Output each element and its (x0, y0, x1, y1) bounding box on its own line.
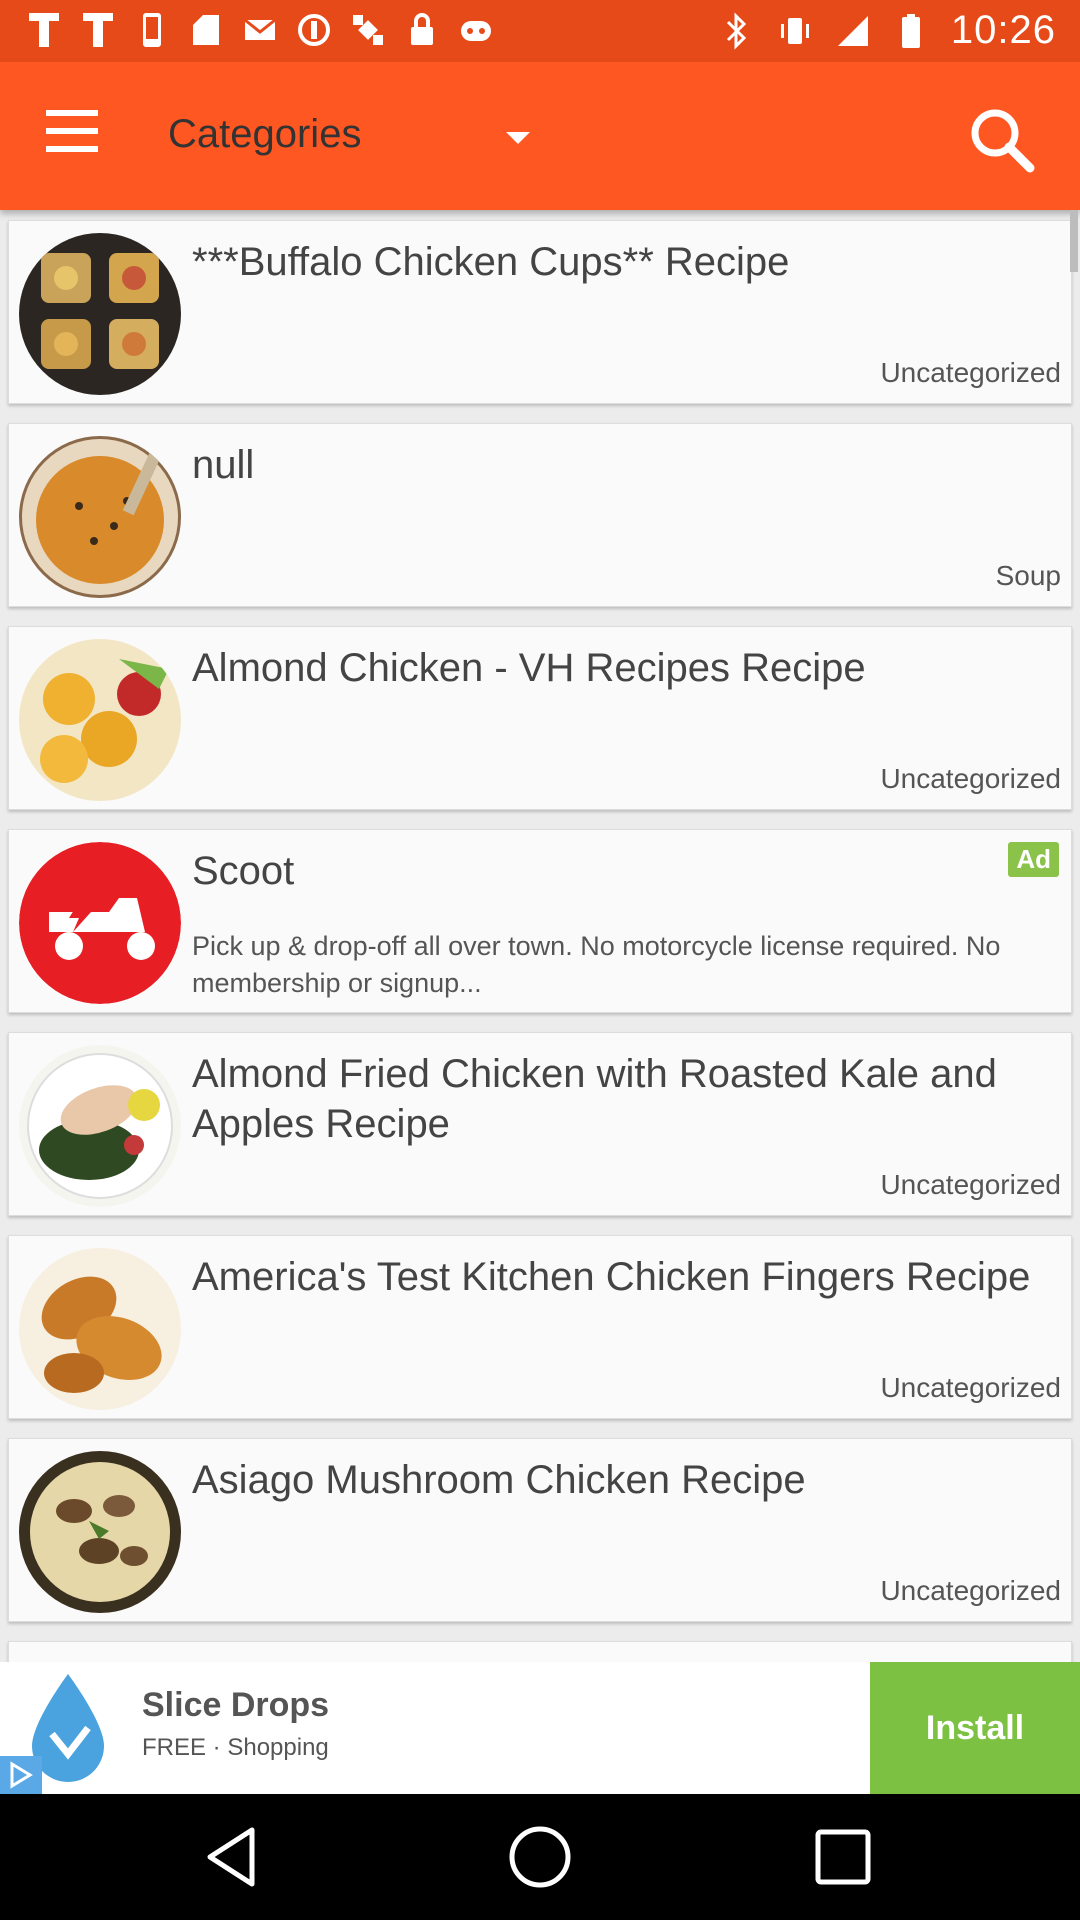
sponsored-list-item[interactable]: Scoot Ad Pick up & drop-off all over tow… (8, 829, 1072, 1013)
list-item[interactable]: ***Buffalo Chicken Cups** Recipe Uncateg… (8, 220, 1072, 404)
recipe-category: Soup (995, 560, 1061, 591)
adchoices-icon[interactable] (0, 1756, 42, 1794)
status-bar: 10:26 (0, 0, 1080, 62)
phone-icon (134, 10, 170, 50)
signal-icon (835, 11, 871, 51)
list-item[interactable]: Almond Chicken - VH Recipes Recipe Uncat… (8, 626, 1072, 810)
system-nav-bar (0, 1794, 1080, 1920)
notification-icons (26, 10, 494, 50)
recipe-title: America's Test Kitchen Chicken Fingers R… (192, 1255, 1031, 1299)
recipe-title: Almond Chicken - VH Recipes Recipe (192, 646, 866, 690)
recipe-category: Uncategorized (880, 763, 1061, 794)
list-item[interactable]: America's Test Kitchen Chicken Fingers R… (8, 1235, 1072, 1419)
recents-icon[interactable] (808, 1822, 878, 1892)
recipe-thumbnail (19, 1451, 181, 1613)
recipe-thumbnail (19, 639, 181, 801)
lock-icon (404, 10, 440, 50)
hamburger-menu-icon[interactable] (40, 110, 106, 164)
scrollbar[interactable] (1070, 210, 1078, 272)
ad-title: Scoot (192, 849, 295, 893)
vibrate-icon (777, 11, 813, 51)
bluetooth-icon (719, 11, 755, 51)
recipe-title: Asiago Mushroom Chicken Recipe (192, 1458, 806, 1502)
banner-ad[interactable]: Slice Drops FREE · Shopping Install (0, 1662, 1080, 1794)
app-bar: Categories (0, 62, 1080, 210)
recipe-category: Uncategorized (880, 1372, 1061, 1403)
ad-app-subtitle: FREE · Shopping (142, 1734, 329, 1761)
battery-icon (893, 11, 929, 51)
ad-description: Pick up & drop-off all over town. No mot… (192, 931, 1001, 998)
recipe-thumbnail (19, 436, 181, 598)
recipe-list[interactable]: ***Buffalo Chicken Cups** Recipe Uncateg… (0, 210, 1080, 1662)
recipe-category: Uncategorized (880, 357, 1061, 388)
search-icon[interactable] (962, 100, 1042, 180)
recipe-title: ***Buffalo Chicken Cups** Recipe (192, 240, 790, 284)
recipe-category: Uncategorized (880, 1575, 1061, 1606)
recipe-thumbnail (19, 233, 181, 395)
recipe-thumbnail (19, 1248, 181, 1410)
recipe-title: Almond Fried Chicken with Roasted Kale a… (192, 1052, 997, 1146)
recipe-thumbnail (19, 1045, 181, 1207)
list-item[interactable]: null Soup (8, 423, 1072, 607)
back-icon[interactable] (200, 1822, 270, 1892)
tablet-icon (188, 10, 224, 50)
list-item[interactable]: Asiago Mushroom Chicken Recipe Uncategor… (8, 1438, 1072, 1622)
ad-app-name: Slice Drops (142, 1686, 330, 1724)
recipe-category: Uncategorized (880, 1169, 1061, 1200)
dropdown-arrow-icon[interactable] (506, 132, 530, 144)
list-item[interactable]: Almond Fried Chicken with Roasted Kale a… (8, 1032, 1072, 1216)
game-icon (458, 10, 494, 50)
scoot-logo (19, 842, 181, 1004)
list-item[interactable] (8, 1641, 1072, 1662)
install-button[interactable]: Install (870, 1662, 1080, 1794)
clock: 10:26 (950, 8, 1056, 52)
fake-gps-icon (26, 10, 62, 50)
page-title[interactable]: Categories (168, 112, 361, 157)
blocked-icon (296, 10, 332, 50)
fake-gps-icon (80, 10, 116, 50)
satellite-icon (350, 10, 386, 50)
ad-badge: Ad (1008, 842, 1059, 877)
recipe-title: null (192, 443, 255, 487)
home-icon[interactable] (505, 1822, 575, 1892)
mail-icon (242, 10, 278, 50)
